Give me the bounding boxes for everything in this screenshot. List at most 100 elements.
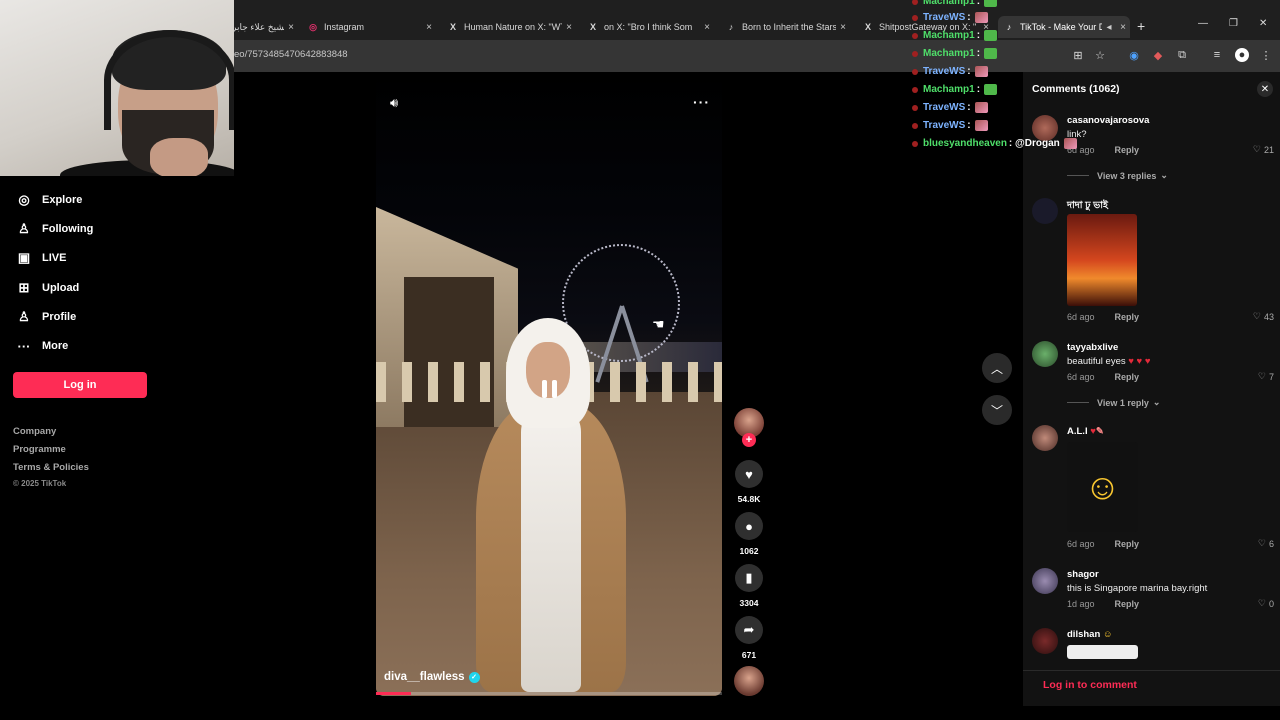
chat-emote-icon xyxy=(984,0,998,7)
reply-button[interactable]: Reply xyxy=(1115,145,1140,155)
comment-image[interactable] xyxy=(1067,214,1137,306)
sidebar-item-profile[interactable]: ♙ Profile xyxy=(16,309,76,325)
previous-video-button[interactable]: ︿ xyxy=(982,353,1012,383)
tab-close-icon[interactable]: × xyxy=(1116,22,1130,33)
close-window-button[interactable]: ✕ xyxy=(1259,18,1267,29)
avatar[interactable] xyxy=(1032,568,1058,594)
extension-shield-icon[interactable]: ◆ xyxy=(1151,48,1165,62)
chat-message-text: : xyxy=(967,66,971,77)
laughing-emoji-image[interactable]: ☺ xyxy=(1067,442,1138,532)
next-video-button[interactable]: ﹀ xyxy=(982,395,1012,425)
comment-username[interactable]: dilshan xyxy=(1067,629,1100,640)
chat-badge-icon xyxy=(912,14,918,21)
minimize-button[interactable]: — xyxy=(1198,18,1208,29)
reply-button[interactable]: Reply xyxy=(1115,372,1140,382)
bookmark-icon: ▮ xyxy=(745,570,753,585)
tab-close-icon[interactable]: × xyxy=(700,22,714,33)
tab-close-icon[interactable]: × xyxy=(422,22,436,33)
chevron-down-icon: ﹀ xyxy=(990,403,1003,418)
live-icon: ▣ xyxy=(17,250,31,265)
new-tab-button[interactable]: + xyxy=(1137,18,1145,34)
tab-close-icon[interactable]: × xyxy=(284,22,298,33)
sidebar-item-label: LIVE xyxy=(42,252,67,264)
url-field[interactable]: eo/7573485470642883848 xyxy=(234,49,348,60)
chat-emote-icon xyxy=(974,102,988,113)
extension-audio-icon[interactable]: ◉ xyxy=(1127,48,1141,62)
view-replies-button[interactable]: View 1 reply ⌄ xyxy=(1067,397,1160,408)
reply-button[interactable]: Reply xyxy=(1115,539,1140,549)
save-button[interactable]: ▮ xyxy=(735,564,763,592)
sidebar-item-label: More xyxy=(42,340,69,352)
tab-x-bro[interactable]: X on X: "Bro I think Som × xyxy=(588,16,714,38)
footer-link-programme[interactable]: Programme xyxy=(13,444,66,455)
comment-like-button[interactable]: ♡ 43 xyxy=(1253,311,1274,322)
extensions-puzzle-icon[interactable]: ⧉ xyxy=(1175,48,1189,62)
chat-username: TraveWS xyxy=(923,120,966,131)
tab-arabic[interactable]: الشيخ علاء جابر × xyxy=(232,16,298,38)
like-button[interactable]: ♥ xyxy=(735,460,763,488)
sidebar-item-live[interactable]: ▣ LIVE xyxy=(16,250,67,266)
creator-username[interactable]: diva__flawless xyxy=(384,671,465,683)
sidebar-item-more[interactable]: ··· More xyxy=(16,338,69,354)
comment-image[interactable] xyxy=(1067,645,1138,659)
video-progress-bar[interactable] xyxy=(376,692,722,695)
tab-tiktok-active[interactable]: ♪ TikTok - Make Your Da ◂ × xyxy=(998,16,1130,38)
browser-menu-icon[interactable]: ⋮ xyxy=(1259,48,1273,62)
sidebar-item-upload[interactable]: ⊞ Upload xyxy=(16,280,80,296)
sidebar-item-label: Profile xyxy=(42,311,77,323)
reply-button[interactable]: Reply xyxy=(1115,312,1140,322)
volume-icon[interactable]: 🔊︎ xyxy=(390,95,398,111)
music-disc-avatar[interactable] xyxy=(734,666,764,696)
close-comments-button[interactable]: ✕ xyxy=(1257,81,1273,97)
avatar[interactable] xyxy=(1032,425,1058,451)
comment-like-button[interactable]: ♡ 21 xyxy=(1253,144,1274,155)
chat-username: TraveWS xyxy=(923,66,966,77)
footer-link-company[interactable]: Company xyxy=(13,426,56,437)
avatar[interactable] xyxy=(1032,628,1058,654)
pause-icon[interactable] xyxy=(534,374,564,404)
comment-username[interactable]: shagor xyxy=(1067,569,1099,580)
avatar[interactable] xyxy=(1032,341,1058,367)
comment-like-button[interactable]: ♡ 6 xyxy=(1258,538,1274,549)
footer-link-terms[interactable]: Terms & Policies xyxy=(13,462,89,473)
red-heart-emoji-icon: ♥ ♥ ♥ xyxy=(1128,356,1151,367)
tab-born-to-inherit[interactable]: ♪ Born to Inherit the Stars × xyxy=(726,16,850,38)
comment-username-row: dilshan ☺ xyxy=(1067,629,1113,640)
chat-username: Machamp1 xyxy=(923,30,975,41)
bookmark-star-icon[interactable]: ☆ xyxy=(1093,48,1107,62)
sidebar-item-following[interactable]: ♙ Following xyxy=(16,221,93,237)
avatar[interactable] xyxy=(1032,198,1058,224)
tab-instagram[interactable]: ◎ Instagram × xyxy=(308,16,436,38)
chat-message: Machamp1 : xyxy=(912,48,998,59)
chevron-down-icon: ⌄ xyxy=(1152,397,1161,407)
comment-username[interactable]: tayyabxlive xyxy=(1067,342,1118,353)
chat-message-text: : xyxy=(976,0,981,7)
comment-username[interactable]: দাদা ঢু ভাই xyxy=(1067,199,1108,214)
chat-badge-icon xyxy=(912,104,918,111)
login-to-comment-bar[interactable]: Log in to comment xyxy=(1023,670,1280,706)
comment-username[interactable]: A.L.I xyxy=(1067,426,1088,437)
share-button[interactable]: ➦ xyxy=(735,616,763,644)
login-button[interactable]: Log in xyxy=(13,372,147,398)
sidebar-item-explore[interactable]: ◎ Explore xyxy=(16,192,82,208)
comment-like-button[interactable]: ♡ 7 xyxy=(1258,371,1274,382)
follow-plus-icon[interactable]: + xyxy=(742,433,756,447)
profile-avatar-icon[interactable]: ● xyxy=(1235,48,1249,62)
chat-message: Machamp1 : xyxy=(912,0,998,7)
reply-button[interactable]: Reply xyxy=(1115,599,1140,609)
comment-username[interactable]: casanovajarosova xyxy=(1067,115,1149,126)
comment-button[interactable]: ● xyxy=(735,512,763,540)
restore-button[interactable]: ❐ xyxy=(1229,18,1238,29)
install-app-icon[interactable]: ⊞ xyxy=(1071,48,1085,62)
tab-close-icon[interactable]: × xyxy=(836,22,850,33)
video-player[interactable] xyxy=(376,72,722,696)
media-control-icon[interactable]: ≡ xyxy=(1210,48,1224,62)
chat-badge-icon xyxy=(912,140,918,147)
view-replies-button[interactable]: View 3 replies ⌄ xyxy=(1067,170,1168,181)
more-options-icon[interactable]: ··· xyxy=(693,94,710,110)
tab-close-icon[interactable]: × xyxy=(562,22,576,33)
comment-like-button[interactable]: ♡ 0 xyxy=(1258,598,1274,609)
creator-name[interactable]: diva__flawless ✓ xyxy=(384,671,480,683)
tab-x-human-nature[interactable]: X Human Nature on X: "WT × xyxy=(448,16,576,38)
login-to-comment-link[interactable]: Log in to comment xyxy=(1043,679,1137,691)
